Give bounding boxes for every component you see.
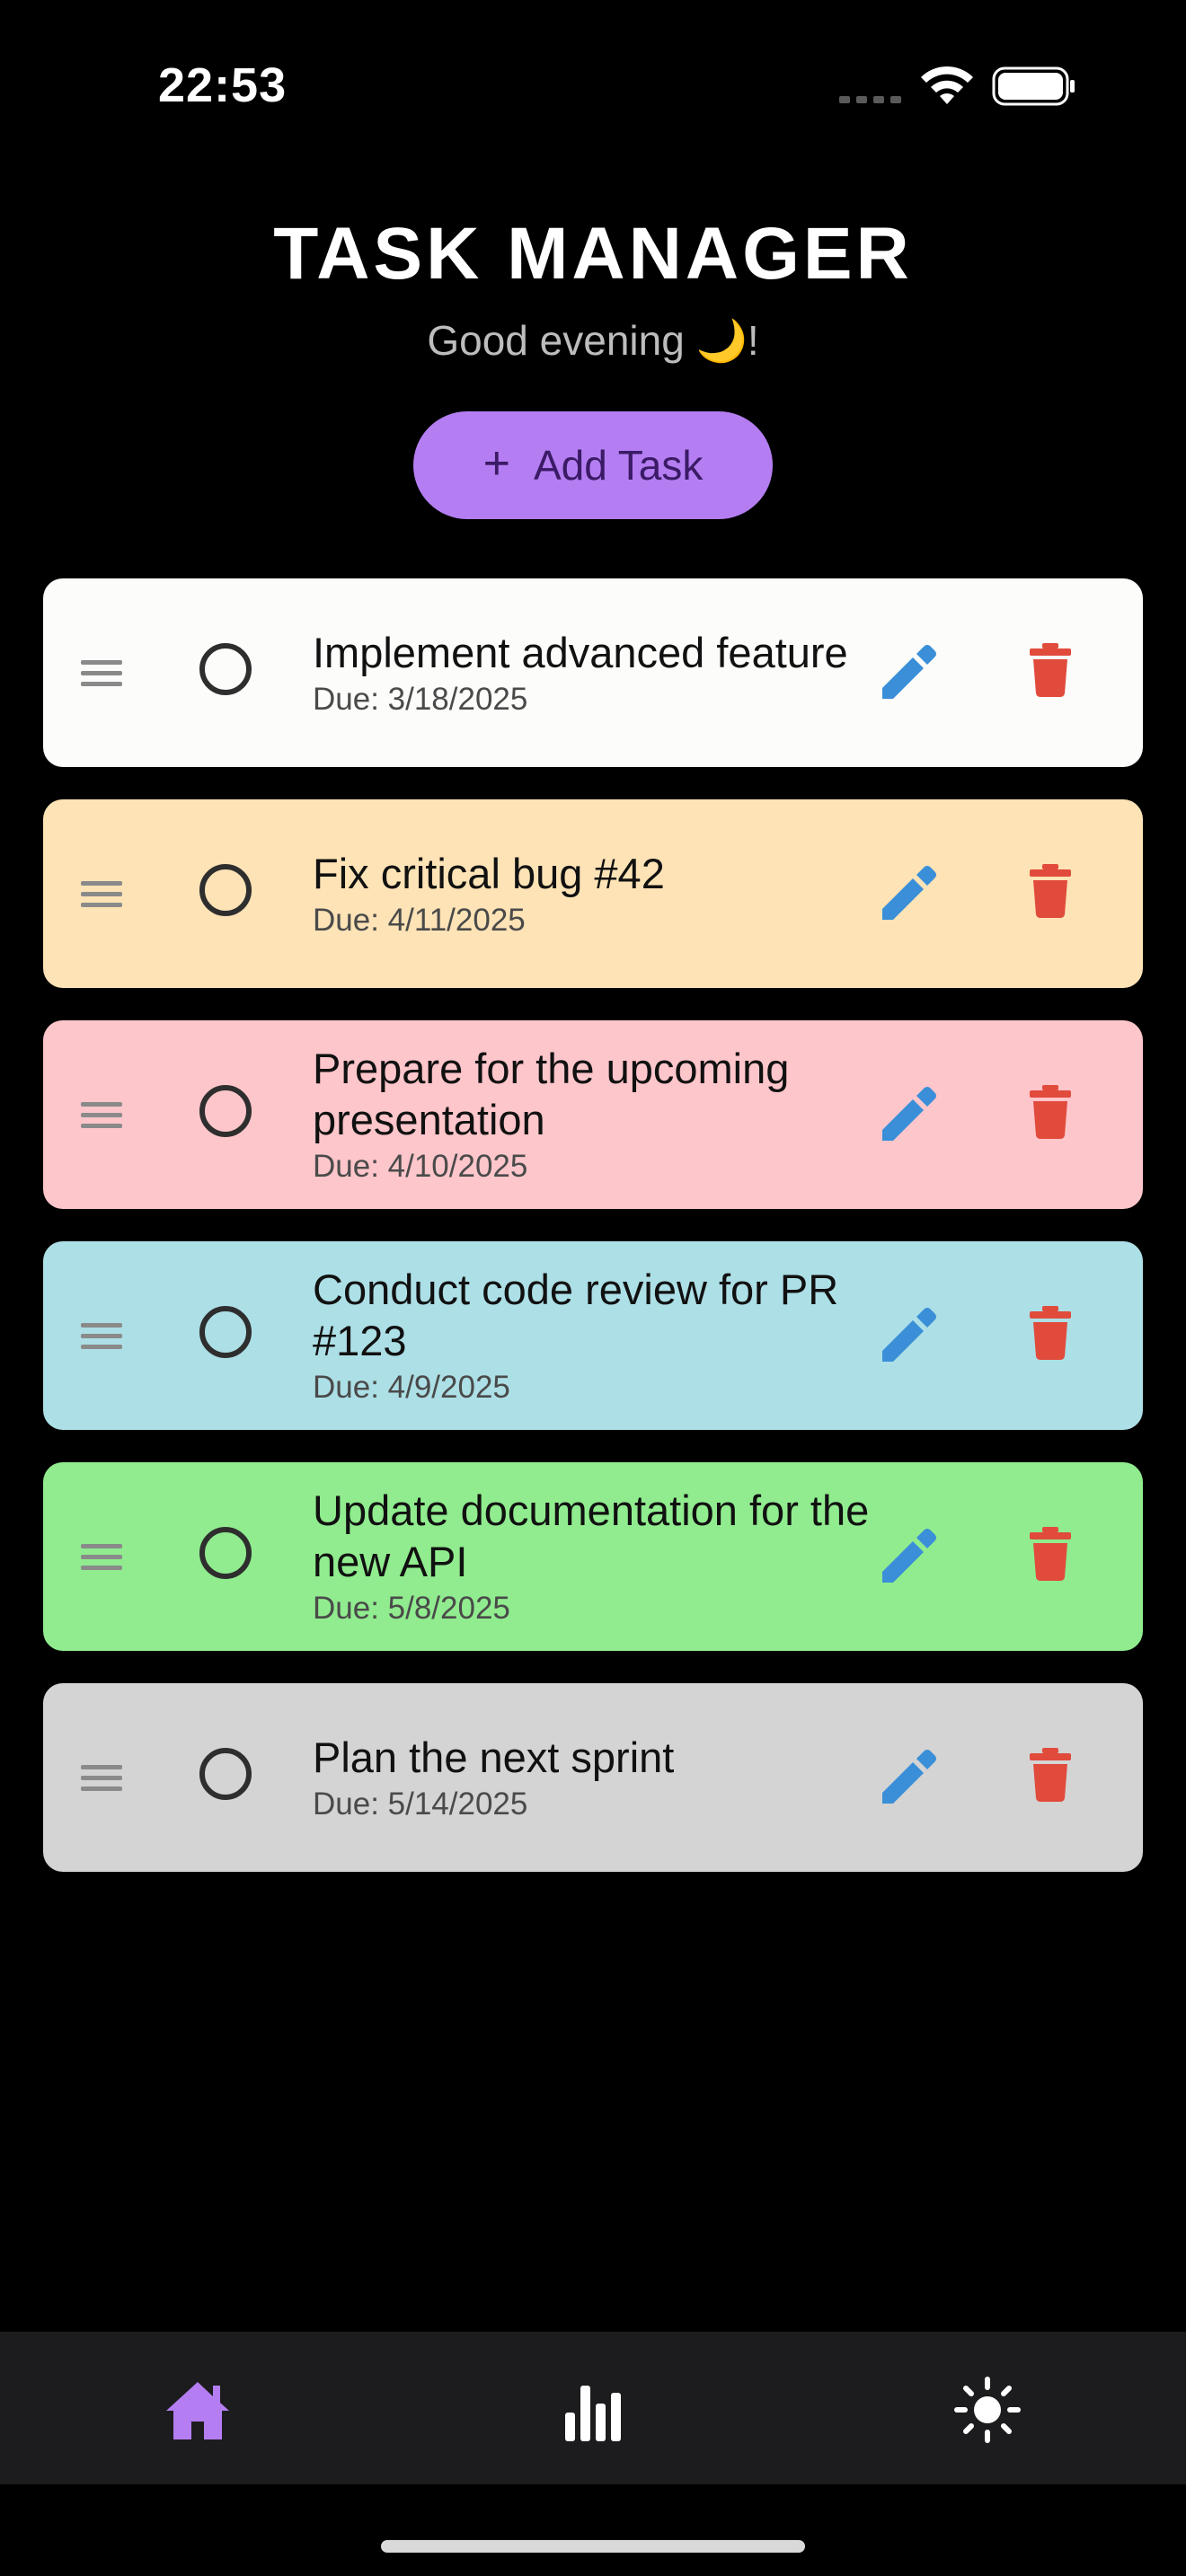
task-title: Fix critical bug #42 — [313, 849, 665, 897]
status-time: 22:53 — [158, 58, 288, 112]
home-icon[interactable] — [164, 2377, 231, 2443]
task-card[interactable]: Prepare for the upcoming presentation Du… — [43, 1020, 1143, 1209]
trash-icon[interactable] — [1030, 1748, 1071, 1802]
task-checkbox[interactable] — [199, 864, 252, 916]
task-due-date: Due: 5/8/2025 — [313, 1591, 510, 1626]
add-task-button[interactable]: + Add Task — [413, 411, 773, 519]
add-task-label: Add Task — [533, 442, 704, 489]
pencil-icon[interactable] — [879, 864, 938, 923]
drag-handle-icon[interactable] — [81, 653, 122, 693]
status-bar: 22:53 — [0, 0, 1186, 171]
pencil-icon[interactable] — [879, 1306, 938, 1365]
task-title: Prepare for the upcoming presentation — [313, 1045, 790, 1143]
pencil-icon[interactable] — [879, 1748, 938, 1807]
task-checkbox[interactable] — [199, 1527, 252, 1579]
task-checkbox[interactable] — [199, 1748, 252, 1800]
task-checkbox[interactable] — [199, 1085, 252, 1137]
drag-handle-icon[interactable] — [81, 874, 122, 913]
drag-handle-icon[interactable] — [81, 1758, 122, 1797]
task-text: Prepare for the upcoming presentation Du… — [313, 1020, 888, 1209]
task-card[interactable]: Conduct code review for PR #123 Due: 4/9… — [43, 1241, 1143, 1430]
task-card[interactable]: Fix critical bug #42 Due: 4/11/2025 — [43, 799, 1143, 988]
task-card[interactable]: Plan the next sprint Due: 5/14/2025 — [43, 1683, 1143, 1872]
task-title: Update documentation for the new API — [313, 1486, 870, 1585]
task-text: Fix critical bug #42 Due: 4/11/2025 — [313, 799, 888, 988]
task-text: Update documentation for the new API Due… — [313, 1462, 888, 1651]
task-due-date: Due: 5/14/2025 — [313, 1786, 528, 1822]
trash-icon[interactable] — [1030, 864, 1071, 918]
bar-chart-icon[interactable] — [560, 2377, 626, 2443]
wifi-icon — [921, 66, 973, 104]
drag-handle-icon[interactable] — [81, 1316, 122, 1355]
pencil-icon[interactable] — [879, 1085, 938, 1144]
drag-handle-icon[interactable] — [81, 1095, 122, 1134]
plus-icon: + — [482, 437, 510, 490]
page-title: TASK MANAGER — [273, 213, 913, 295]
task-text: Implement advanced feature Due: 3/18/202… — [313, 578, 888, 767]
trash-icon[interactable] — [1030, 643, 1071, 697]
task-card[interactable]: Implement advanced feature Due: 3/18/202… — [43, 578, 1143, 767]
cellular-signal-icon — [839, 96, 901, 103]
sun-icon[interactable] — [954, 2377, 1021, 2443]
task-text: Plan the next sprint Due: 5/14/2025 — [313, 1683, 888, 1872]
task-title: Implement advanced feature — [313, 628, 848, 676]
task-list: Implement advanced feature Due: 3/18/202… — [43, 578, 1143, 1904]
trash-icon[interactable] — [1030, 1085, 1071, 1139]
task-text: Conduct code review for PR #123 Due: 4/9… — [313, 1241, 888, 1430]
drag-handle-icon[interactable] — [81, 1537, 122, 1576]
task-checkbox[interactable] — [199, 643, 252, 695]
home-indicator — [381, 2540, 805, 2553]
task-card[interactable]: Update documentation for the new API Due… — [43, 1462, 1143, 1651]
task-title: Plan the next sprint — [313, 1733, 675, 1781]
pencil-icon[interactable] — [879, 643, 938, 702]
task-due-date: Due: 4/9/2025 — [313, 1370, 510, 1405]
task-checkbox[interactable] — [199, 1306, 252, 1358]
task-due-date: Due: 4/11/2025 — [313, 902, 526, 938]
pencil-icon[interactable] — [879, 1527, 938, 1586]
task-due-date: Due: 3/18/2025 — [313, 681, 528, 717]
task-title: Conduct code review for PR #123 — [313, 1266, 839, 1364]
trash-icon[interactable] — [1030, 1306, 1071, 1360]
task-due-date: Due: 4/10/2025 — [313, 1149, 528, 1184]
battery-icon — [992, 66, 1075, 106]
greeting-text: Good evening 🌙! — [427, 317, 759, 364]
trash-icon[interactable] — [1030, 1527, 1071, 1581]
bottom-tab-bar — [0, 2332, 1186, 2484]
